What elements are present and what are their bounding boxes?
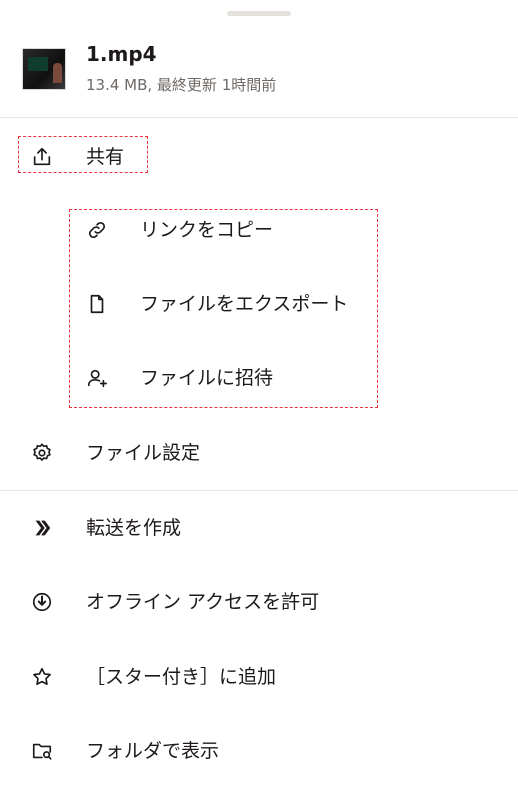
file-header: 1.mp4 13.4 MB, 最終更新 1時間前 [0,40,518,100]
menu-item-label: ファイルをエクスポート [140,293,349,315]
menu-item-label: リンクをコピー [140,219,274,241]
share-icon [33,147,51,166]
divider [0,117,518,118]
file-name: 1.mp4 [86,42,157,66]
gear-icon [33,443,51,461]
file-thumbnail [22,48,66,90]
file-icon [90,294,104,314]
menu-item-export-file[interactable]: ファイルをエクスポート [0,267,518,341]
menu-item-copy-link[interactable]: リンクをコピー [0,193,518,267]
download-circle-icon [32,592,52,612]
link-icon [88,221,106,239]
menu-item-label: オフライン アクセスを許可 [86,591,320,613]
star-icon [33,667,51,685]
menu-item-show-in-folder[interactable]: フォルダで表示 [0,714,518,788]
menu-item-invite-to-file[interactable]: ファイルに招待 [0,341,518,415]
menu-item-label: ファイル設定 [86,442,201,464]
menu-item-label: ファイルに招待 [140,367,274,389]
transfer-icon [35,520,51,536]
bottom-sheet: 1.mp4 13.4 MB, 最終更新 1時間前 共有 リンクをコピー ファイル… [0,0,518,800]
sheet-drag-handle[interactable] [227,11,291,16]
add-person-icon [87,369,107,388]
menu-item-label: ［スター付き］に追加 [86,666,277,688]
menu-item-add-starred[interactable]: ［スター付き］に追加 [0,640,518,714]
menu-item-allow-offline[interactable]: オフライン アクセスを許可 [0,565,518,639]
menu-item-label: 転送を作成 [86,517,182,539]
menu-item-create-transfer[interactable]: 転送を作成 [0,491,518,565]
file-meta: 13.4 MB, 最終更新 1時間前 [86,76,277,94]
folder-search-icon [32,743,52,760]
menu-item-file-settings[interactable]: ファイル設定 [0,416,518,490]
menu-item-share[interactable]: 共有 [0,120,518,194]
menu-item-label: 共有 [86,146,125,168]
menu-item-label: フォルダで表示 [86,740,220,762]
